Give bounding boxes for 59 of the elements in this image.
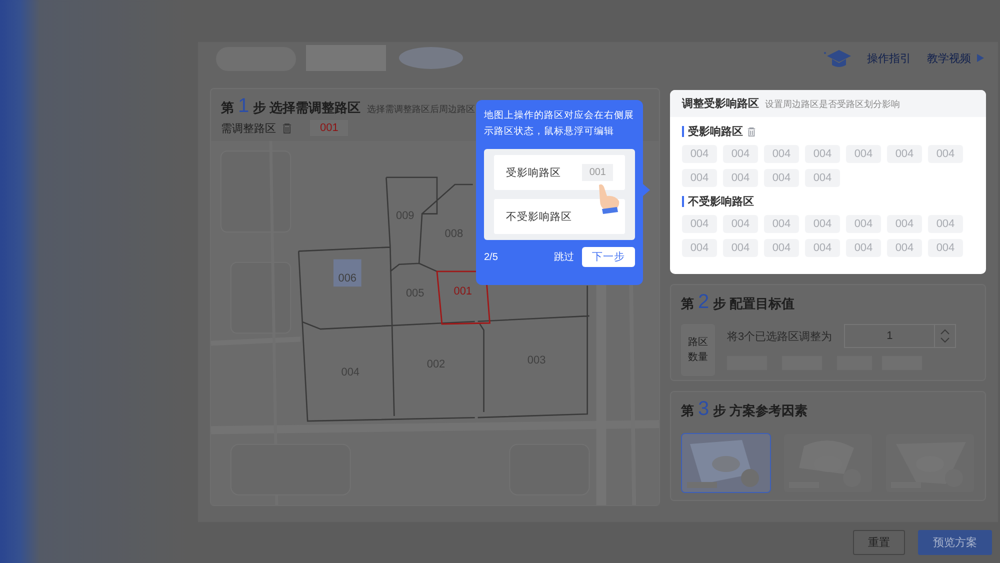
chevron-up-icon[interactable] (940, 329, 950, 335)
step-title: 第 2 步 配置目标值 (681, 296, 795, 311)
district-chip[interactable]: 004 (846, 239, 881, 257)
district-chip[interactable]: 004 (764, 215, 799, 233)
district-chip[interactable]: 004 (928, 215, 963, 233)
step-title: 第 3 步 方案参考因素 (681, 403, 808, 418)
guide-link[interactable]: 教学视频 (923, 50, 988, 66)
section-marker (682, 126, 684, 137)
district-chip[interactable]: 004 (764, 239, 799, 257)
field-label: 需调整路区 (221, 122, 276, 136)
selected-district-chip[interactable]: 001 (310, 120, 348, 136)
next-step-button[interactable]: 下一步 (582, 247, 635, 268)
district-label: 006 (338, 272, 357, 285)
district-chip[interactable]: 004 (805, 239, 840, 257)
tour-text: 地图上操作的路区对应会在右侧展示路区状态，鼠标悬浮可编辑 (484, 109, 635, 139)
district-label: 001 (454, 286, 472, 298)
district-chip[interactable]: 004 (928, 239, 963, 257)
play-icon (977, 54, 984, 62)
trash-icon[interactable] (747, 126, 756, 136)
district-chip[interactable]: 004 (723, 239, 758, 257)
district-chip[interactable]: 004 (928, 145, 963, 163)
district-chip[interactable]: 004 (723, 215, 758, 233)
district-chip[interactable]: 004 (805, 145, 840, 163)
section-title: 受影响路区 (688, 124, 743, 139)
district-chip[interactable]: 004 (887, 215, 922, 233)
number-input[interactable]: 1 (844, 324, 956, 348)
trash-icon[interactable] (282, 122, 292, 134)
panel-subtitle: 设置周边路区是否受路区划分影响 (765, 98, 900, 111)
quantity-label: 路区数量 (681, 324, 715, 376)
district-chip[interactable]: 004 (887, 239, 922, 257)
section-title: 不受影响路区 (688, 194, 754, 209)
panel-title: 调整受影响路区 (682, 96, 759, 111)
step-counter: 2/5 (484, 252, 498, 263)
skip-button[interactable]: 跳过 (554, 250, 574, 264)
district-chip[interactable]: 004 (682, 145, 717, 163)
district-chip[interactable]: 004 (764, 169, 799, 187)
section-marker (682, 196, 684, 207)
guide-link[interactable]: 操作指引 (863, 50, 915, 66)
district-chip[interactable]: 004 (764, 145, 799, 163)
district-chip[interactable]: 004 (682, 215, 717, 233)
district-chip[interactable]: 004 (723, 145, 758, 163)
district-chip[interactable]: 004 (887, 145, 922, 163)
chevron-down-icon[interactable] (940, 337, 950, 343)
district-chip: 001 (582, 164, 613, 182)
district-chip[interactable]: 004 (723, 169, 758, 187)
preview-plan-button[interactable]: 预览方案 (918, 530, 992, 555)
district-chip[interactable]: 004 (805, 169, 840, 187)
adjust-sentence: 将3个已选路区调整为 (727, 330, 832, 344)
district-chip[interactable]: 004 (846, 145, 881, 163)
reset-button[interactable]: 重置 (853, 530, 905, 555)
district-chip[interactable]: 004 (682, 169, 717, 187)
selected-district-outline[interactable] (436, 270, 491, 325)
highlighted-district-area[interactable] (333, 259, 362, 287)
district-chip[interactable]: 004 (805, 215, 840, 233)
step-title: 第 1 步 选择需调整路区 (221, 95, 361, 118)
row-label: 受影响路区 (506, 166, 561, 180)
row-label: 不受影响路区 (506, 210, 572, 224)
district-chip[interactable]: 004 (846, 215, 881, 233)
district-chip[interactable]: 004 (682, 239, 717, 257)
